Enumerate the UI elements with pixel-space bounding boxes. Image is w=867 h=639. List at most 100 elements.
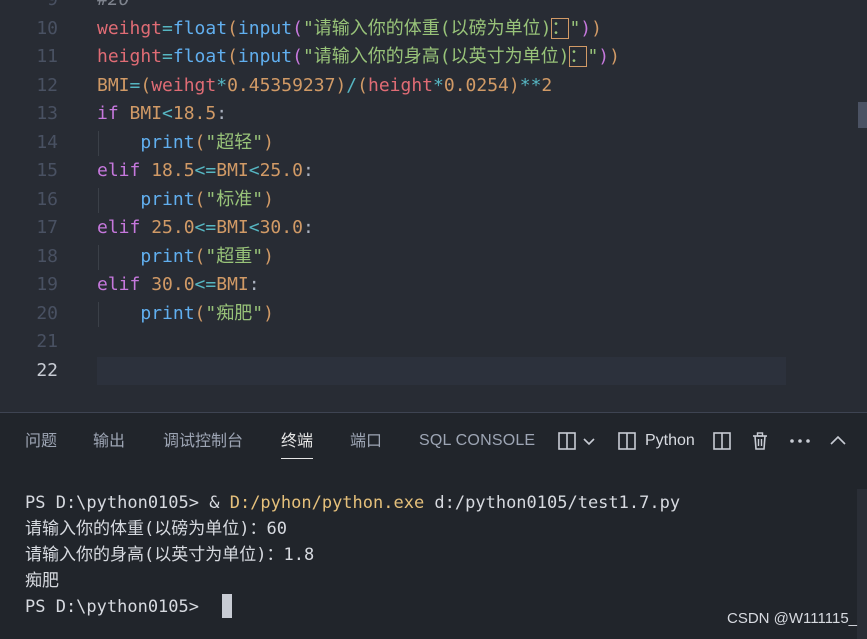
panel-tabs: 问题 输出 调试控制台 终端 端口 SQL CONSOLE Python: [0, 413, 867, 469]
code-token: **: [519, 74, 542, 96]
maximize-panel-button[interactable]: [829, 429, 847, 453]
watermark: CSDN @W111115_: [727, 610, 857, 627]
current-line-highlight: [97, 356, 786, 385]
code-line[interactable]: 20 print("痴肥"): [0, 300, 860, 329]
code-token: 30.0: [151, 274, 195, 295]
terminal-profile-icon: [618, 432, 636, 450]
bottom-panel: 问题 输出 调试控制台 终端 端口 SQL CONSOLE Python PS …: [0, 413, 867, 639]
line-number: 20: [36, 302, 58, 324]
line-number: 21: [36, 331, 58, 352]
kill-terminal-button[interactable]: [750, 429, 770, 453]
terminal-cursor: [222, 594, 232, 618]
code-token: :: [302, 160, 314, 181]
code-line[interactable]: 16 print("标准"): [0, 186, 860, 215]
terminal-scrollbar[interactable]: [857, 489, 867, 639]
tab-terminal[interactable]: 终端: [281, 429, 314, 459]
code-line[interactable]: 15 elif 18.5<=BMI<25.0:: [0, 157, 860, 186]
code-token: input: [237, 17, 293, 39]
code-editor[interactable]: 9#20 10 weihgt=float(input("请输入你的体重(以磅为单位)…: [0, 0, 867, 412]
code-token: :: [248, 274, 260, 295]
layout-button[interactable]: [557, 429, 596, 453]
code-token: (: [194, 245, 206, 267]
tab-debug-console[interactable]: 调试控制台: [163, 429, 243, 453]
code-text: BMI=(weihgt*0.45359237)/(height*0.0254)*…: [97, 72, 552, 101]
code-token: 30.0: [259, 217, 303, 238]
code-token: 18.5: [172, 103, 217, 124]
code-text: print("痴肥"): [97, 300, 274, 329]
code-token: "请输入你的身高(以英寸为单位): [302, 46, 570, 67]
code-token: BMI: [216, 160, 249, 181]
code-text: print("标准"): [97, 186, 274, 215]
code-token: =: [129, 74, 141, 96]
line-number: 12: [36, 74, 58, 96]
code-line[interactable]: 22: [0, 356, 860, 385]
code-token: elif: [97, 274, 152, 295]
line-number: 9: [0, 0, 58, 15]
code-token: ): [508, 74, 520, 96]
code-token: *: [433, 74, 444, 96]
code-token: weihgt: [97, 17, 163, 39]
code-line[interactable]: 17 elif 25.0<=BMI<30.0:: [0, 214, 860, 243]
code-token: ": [569, 17, 581, 39]
code-line[interactable]: 10 weihgt=float(input("请输入你的体重(以磅为单位)：")): [0, 15, 860, 44]
terminal-prompt: PS D:\python0105>: [25, 493, 210, 513]
code-token: 0.0254: [443, 74, 509, 96]
terminal-line: PS D:\python0105>: [25, 594, 209, 620]
line-number: 10: [36, 17, 58, 39]
code-line[interactable]: 11 height=float(input("请输入你的身高(以英寸为单位)：")…: [0, 43, 860, 72]
code-token: BMI: [216, 274, 249, 295]
line-number: 17: [36, 217, 58, 238]
code-text: weihgt=float(input("请输入你的体重(以磅为单位)：")): [97, 15, 602, 44]
code-token: <: [162, 103, 173, 124]
code-line[interactable]: 12 BMI=(weihgt*0.45359237)/(height*0.0254…: [0, 72, 860, 101]
code-token: float: [172, 46, 228, 67]
code-line[interactable]: 13 if BMI<18.5:: [0, 100, 860, 129]
code-line[interactable]: 21: [0, 328, 860, 357]
tab-problems[interactable]: 问题: [25, 429, 57, 453]
split-terminal-button[interactable]: [712, 429, 732, 453]
code-token: :: [302, 217, 314, 238]
editor-scrollbar[interactable]: [858, 0, 867, 412]
code-token: ): [598, 46, 610, 67]
terminal-prompt: PS D:\python0105>: [25, 597, 210, 617]
tab-sql-console[interactable]: SQL CONSOLE: [419, 429, 535, 453]
code-token: (: [292, 46, 303, 67]
code-line[interactable]: 18 print("超重"): [0, 243, 860, 272]
more-actions-button[interactable]: [789, 429, 811, 453]
tab-ports[interactable]: 端口: [350, 429, 382, 453]
code-line[interactable]: 14 print("超轻"): [0, 129, 860, 158]
code-token: =: [162, 46, 173, 67]
code-token: BMI: [216, 217, 249, 238]
code-text: print("超重"): [97, 243, 274, 272]
code-token: /: [346, 74, 358, 96]
terminal-argument: d:/python0105/test1.7.py: [424, 493, 681, 513]
code-token: print: [140, 188, 195, 210]
line-number: 15: [36, 160, 58, 181]
code-token: ): [263, 131, 274, 153]
code-token: (: [194, 188, 206, 210]
code-token: ): [609, 46, 620, 67]
code-token: 2: [541, 74, 553, 96]
code-line[interactable]: 19 elif 30.0<=BMI:: [0, 271, 860, 300]
code-token: ": [587, 46, 599, 67]
line-number: 16: [36, 188, 58, 210]
code-token: float: [172, 17, 228, 39]
code-token: ：: [551, 17, 570, 39]
code-token: "痴肥": [205, 302, 264, 324]
tab-output[interactable]: 输出: [93, 429, 125, 453]
code-token: <: [248, 160, 260, 181]
code-token: 0.45359237: [227, 74, 336, 96]
more-icon: [790, 439, 810, 443]
terminal-profile-button[interactable]: Python: [617, 429, 695, 453]
code-text: elif 25.0<=BMI<30.0:: [97, 214, 314, 243]
terminal-line: 请输入你的体重(以磅为单位)：60: [25, 519, 287, 539]
code-line[interactable]: 9 #20: [0, 0, 860, 15]
code-token: ): [263, 188, 274, 210]
line-number: 13: [36, 103, 58, 124]
line-number: 11: [36, 46, 58, 67]
line-number: 22: [36, 359, 58, 381]
code-token: height: [97, 46, 163, 67]
code-token: :: [216, 103, 228, 124]
